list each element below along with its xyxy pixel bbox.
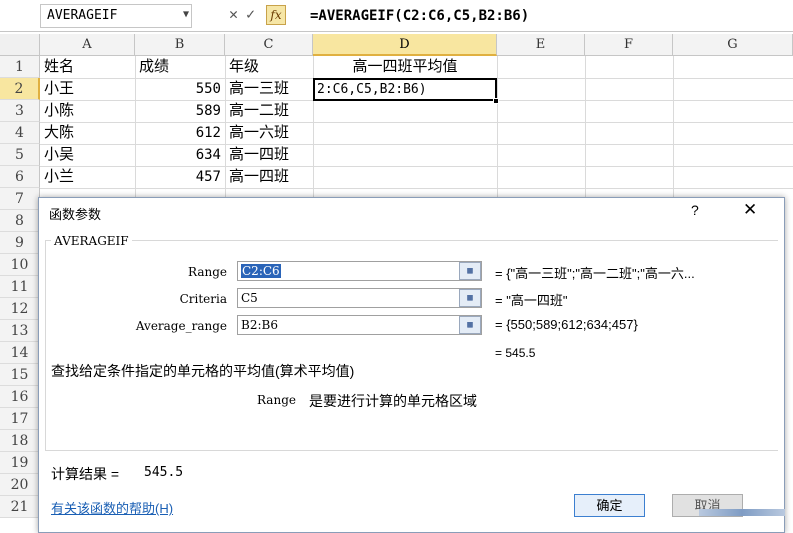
fill-handle[interactable] [493,98,499,104]
row-header[interactable]: 8 [0,210,40,232]
cell-a3[interactable]: 小陈 [44,100,74,122]
row-header[interactable]: 5 [0,144,40,166]
calc-result-value: 545.5 [144,465,184,480]
function-name-label: AVERAGEIF [51,234,132,248]
row-header[interactable]: 14 [0,342,40,364]
cell-b1[interactable]: 成绩 [139,56,169,78]
criteria-input[interactable]: C5 [237,288,482,308]
cell-c5[interactable]: 高一四班 [229,144,289,166]
gridline [40,188,793,189]
row-header[interactable]: 6 [0,166,40,188]
calc-result-label: 计算结果 = [51,466,120,482]
name-box[interactable]: AVERAGEIF [40,4,192,28]
arg-label-criteria: Criteria [179,292,227,306]
divider [45,450,778,451]
column-header-f[interactable]: F [585,34,673,56]
argument-description-name: Range [257,393,296,407]
function-arguments-dialog: 函数参数 ? ✕ AVERAGEIF Range C2:C6 ▦ = {"高一三… [38,197,785,533]
ok-button[interactable]: 确定 [574,494,645,517]
column-header-a[interactable]: A [40,34,135,56]
cell-b6[interactable]: 457 [135,166,225,188]
cell-c2[interactable]: 高一三班 [229,78,289,100]
select-all-corner[interactable] [0,34,40,56]
row-header[interactable]: 18 [0,430,40,452]
criteria-result: = "高一四班" [495,293,568,308]
average-range-collapse-icon[interactable]: ▦ [459,316,481,334]
formula-preview-result: = 545.5 [495,346,536,360]
row-header[interactable]: 21 [0,496,40,518]
enter-icon[interactable]: ✓ [246,5,255,23]
row-header[interactable]: 10 [0,254,40,276]
row-header[interactable]: 17 [0,408,40,430]
active-cell-d2[interactable]: 2:C6,C5,B2:B6) [313,78,497,101]
watermark-bar [699,509,785,516]
dialog-title: 函数参数 [49,207,102,222]
cell-c4[interactable]: 高一六班 [229,122,289,144]
row-header[interactable]: 13 [0,320,40,342]
column-header-b[interactable]: B [135,34,225,56]
column-header-c[interactable]: C [225,34,313,56]
help-icon[interactable]: ? [691,202,699,218]
average-range-input[interactable]: B2:B6 [237,315,482,335]
range-result: = {"高一三班";"高一二班";"高一六... [495,266,695,281]
column-header-e[interactable]: E [497,34,585,56]
cell-b4[interactable]: 612 [135,122,225,144]
cell-b3[interactable]: 589 [135,100,225,122]
row-header[interactable]: 9 [0,232,40,254]
row-header[interactable]: 12 [0,298,40,320]
row-header[interactable]: 1 [0,56,40,78]
range-input-value: C2:C6 [241,264,281,278]
cell-b5[interactable]: 634 [135,144,225,166]
cell-a6[interactable]: 小兰 [44,166,74,188]
formula-input[interactable]: =AVERAGEIF(C2:C6,C5,B2:B6) [292,4,792,28]
row-header[interactable]: 4 [0,122,40,144]
row-header[interactable]: 3 [0,100,40,122]
row-header[interactable]: 19 [0,452,40,474]
close-icon[interactable]: ✕ [743,200,757,220]
row-header[interactable]: 20 [0,474,40,496]
arg-label-average-range: Average_range [135,319,227,333]
row-header[interactable]: 2 [0,78,40,100]
cell-d1[interactable]: 高一四班平均值 [313,56,497,78]
range-collapse-icon[interactable]: ▦ [459,262,481,280]
function-help-link[interactable]: 有关该函数的帮助(H) [51,498,173,517]
cell-b2[interactable]: 550 [135,78,225,100]
column-header-g[interactable]: G [673,34,793,56]
cancel-icon[interactable]: ✕ [229,5,238,23]
row-header[interactable]: 11 [0,276,40,298]
arg-label-range: Range [188,265,227,279]
insert-function-button[interactable]: fx [266,5,286,25]
criteria-collapse-icon[interactable]: ▦ [459,289,481,307]
cell-a2[interactable]: 小王 [44,78,74,100]
column-header-d[interactable]: D [313,34,497,56]
average-range-result: = {550;589;612;634;457} [495,317,638,332]
function-description: 查找给定条件指定的单元格的平均值(算术平均值) [51,363,355,379]
range-input[interactable]: C2:C6 [237,261,482,281]
cell-a4[interactable]: 大陈 [44,122,74,144]
argument-description-text: 是要进行计算的单元格区域 [309,393,477,409]
row-header[interactable]: 15 [0,364,40,386]
cell-c1[interactable]: 年级 [229,56,259,78]
chevron-down-icon[interactable]: ▼ [183,9,189,20]
row-header[interactable]: 7 [0,188,40,210]
cell-a5[interactable]: 小吴 [44,144,74,166]
cell-c6[interactable]: 高一四班 [229,166,289,188]
row-header[interactable]: 16 [0,386,40,408]
cell-a1[interactable]: 姓名 [44,56,74,78]
cell-c3[interactable]: 高一二班 [229,100,289,122]
